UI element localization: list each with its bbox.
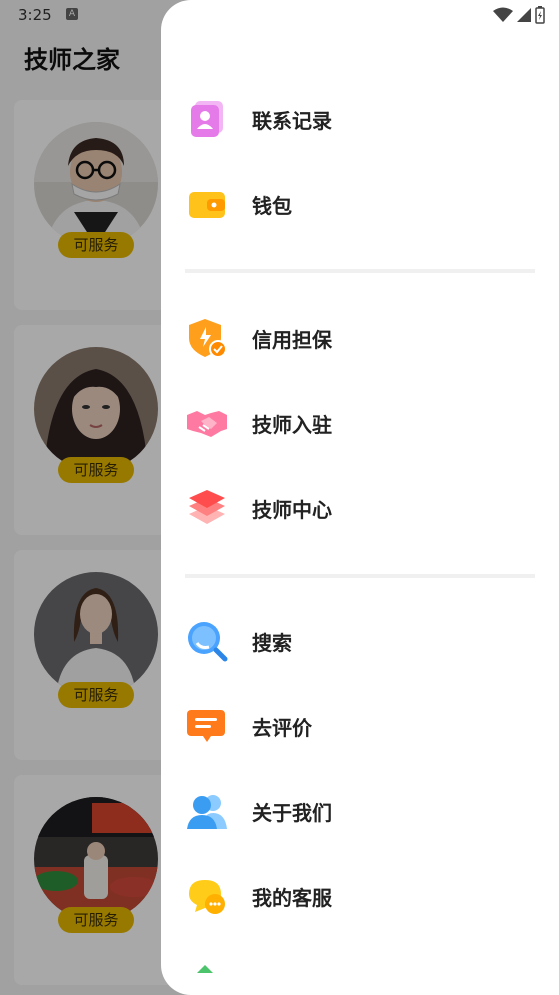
wifi-icon: [493, 7, 513, 22]
drawer-item-label: 信用担保: [252, 327, 332, 352]
drawer-item-contact-records[interactable]: 联系记录: [161, 84, 559, 154]
customer-service-icon: [185, 874, 229, 918]
signal-icon: [517, 8, 531, 22]
layers-icon: [185, 486, 229, 530]
drawer-item-review[interactable]: 去评价: [161, 691, 559, 761]
navigation-drawer: 联系记录 钱包 信用担保 技师入驻 技师中心 搜索 去评价 关于我们 我的客服: [161, 0, 559, 995]
drawer-item-label: 技师入驻: [252, 412, 332, 437]
drawer-item-label: 搜索: [252, 630, 292, 655]
battery-icon: [535, 6, 545, 24]
drawer-item-label: 钱包: [252, 193, 292, 218]
about-people-icon: [185, 789, 229, 833]
drawer-item-search[interactable]: 搜索: [161, 606, 559, 676]
drawer-item-about-us[interactable]: 关于我们: [161, 776, 559, 846]
credit-shield-icon: [185, 316, 229, 360]
next-item-icon: [197, 965, 213, 973]
drawer-item-label: 技师中心: [252, 497, 332, 522]
drawer-item-label: 去评价: [252, 715, 312, 740]
drawer-item-partial[interactable]: [191, 962, 219, 976]
system-status-icons: [493, 6, 545, 24]
review-chat-icon: [185, 704, 229, 748]
wallet-icon: [185, 182, 229, 226]
drawer-item-label: 我的客服: [252, 885, 332, 910]
drawer-item-label: 联系记录: [252, 108, 332, 133]
search-icon: [185, 619, 229, 663]
drawer-divider: [185, 574, 535, 578]
contacts-record-icon: [185, 97, 229, 141]
drawer-item-label: 关于我们: [252, 800, 332, 825]
drawer-item-credit-guarantee[interactable]: 信用担保: [161, 303, 559, 373]
drawer-divider: [185, 269, 535, 273]
drawer-item-wallet[interactable]: 钱包: [161, 169, 559, 239]
drawer-item-technician-center[interactable]: 技师中心: [161, 473, 559, 543]
drawer-item-technician-join[interactable]: 技师入驻: [161, 388, 559, 458]
handshake-icon: [185, 401, 229, 445]
drawer-item-customer-service[interactable]: 我的客服: [161, 861, 559, 931]
